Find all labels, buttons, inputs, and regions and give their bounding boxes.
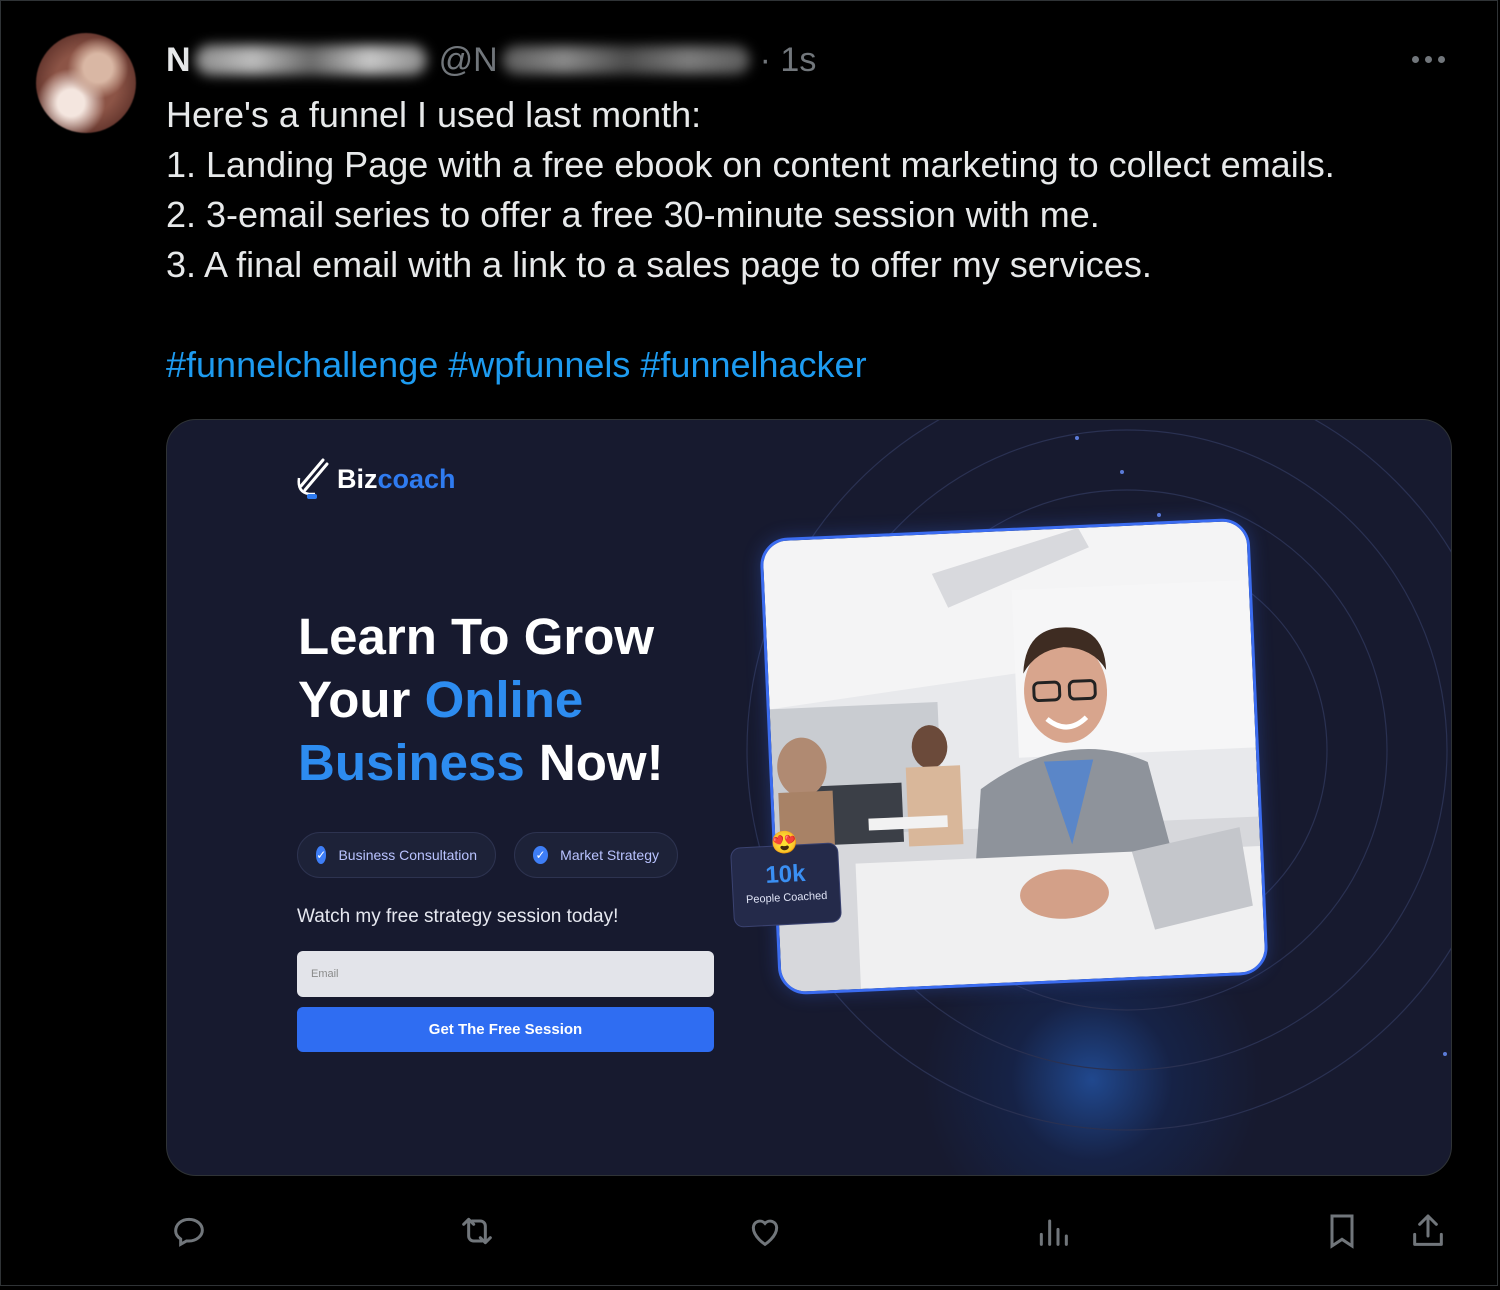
retweet-icon[interactable] (454, 1208, 500, 1254)
tweet-header: N @N · 1s (166, 38, 816, 82)
pill-label: Business Consultation (338, 847, 477, 863)
headline-line-2a: Your (298, 671, 425, 728)
bookmark-icon[interactable] (1319, 1208, 1365, 1254)
hashtags: #funnelchallenge #wpfunnels #funnelhacke… (166, 340, 867, 390)
hashtag-link[interactable]: #funnelchallenge (166, 344, 438, 385)
badge-label: People Coached (745, 889, 828, 907)
more-icon[interactable] (1408, 44, 1448, 74)
pill-label: Market Strategy (560, 847, 659, 863)
tweet-line: 2. 3-email series to offer a free 30-min… (166, 194, 1100, 235)
logo-text-accent: coach (377, 463, 456, 494)
headline-line-3a: Business (298, 734, 525, 791)
hashtag-link[interactable]: #wpfunnels (448, 344, 630, 385)
author-name-blurred (194, 45, 427, 75)
author-name[interactable]: N (166, 41, 191, 80)
headline-line-1: Learn To Grow (298, 608, 655, 665)
logo-icon (297, 458, 329, 499)
tweet-actions (0, 1200, 1500, 1260)
like-icon[interactable] (742, 1208, 788, 1254)
badge-count: 10k (764, 859, 807, 890)
pill-market-strategy: ✓ Market Strategy (514, 832, 678, 878)
check-icon: ✓ (316, 846, 327, 864)
tweet-line: 3. A final email with a link to a sales … (166, 244, 1152, 285)
headline-line-2b: Online (424, 671, 584, 728)
author-handle[interactable]: @N (439, 41, 498, 80)
author-handle-blurred (501, 46, 750, 74)
tweet-line: 1. Landing Page with a free ebook on con… (166, 144, 1335, 185)
watch-text: Watch my free strategy session today! (297, 906, 619, 927)
people-coached-badge: 😍 10k People Coached (729, 829, 843, 928)
emoji-icon: 😍 (770, 829, 799, 856)
coach-photo-illustration (762, 520, 1266, 993)
check-icon: ✓ (533, 846, 549, 864)
views-icon[interactable] (1030, 1208, 1076, 1254)
email-field[interactable] (297, 951, 714, 997)
pill-business-consultation: ✓ Business Consultation (297, 832, 496, 878)
card-headline: Learn To Grow Your Online Business Now! (298, 605, 664, 794)
tweet-body: Here's a funnel I used last month: 1. La… (166, 90, 1466, 290)
tweet-timestamp[interactable]: · 1s (760, 41, 817, 80)
reply-icon[interactable] (166, 1208, 212, 1254)
tweet-line: Here's a funnel I used last month: (166, 94, 702, 135)
share-icon[interactable] (1405, 1208, 1451, 1254)
logo-text: Biz (337, 463, 378, 494)
headline-line-3b: Now! (524, 734, 664, 791)
coach-photo (759, 517, 1269, 996)
media-card[interactable]: Biz coach Learn To Grow Your Online Busin… (166, 419, 1452, 1176)
avatar[interactable] (36, 33, 136, 133)
get-free-session-button[interactable]: Get The Free Session (297, 1007, 714, 1052)
bizcoach-logo: Biz coach (295, 456, 456, 502)
hashtag-link[interactable]: #funnelhacker (640, 344, 866, 385)
